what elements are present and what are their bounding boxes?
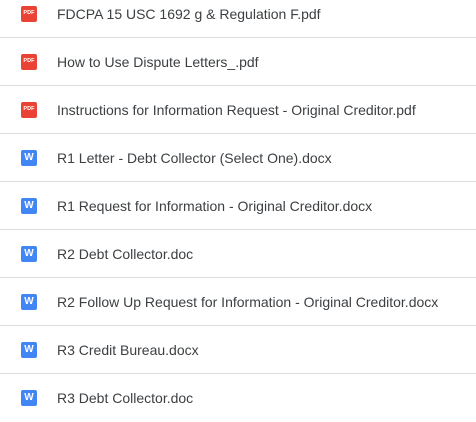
word-icon-label: W xyxy=(24,343,34,355)
word-icon-label: W xyxy=(24,151,34,163)
file-name[interactable]: R1 Letter - Debt Collector (Select One).… xyxy=(57,150,332,166)
file-name[interactable]: R1 Request for Information - Original Cr… xyxy=(57,198,372,214)
file-row[interactable]: W R2 Follow Up Request for Information -… xyxy=(0,278,476,326)
pdf-icon: PDF xyxy=(21,5,37,22)
word-icon: W xyxy=(21,245,37,262)
pdf-icon: PDF xyxy=(21,101,37,118)
file-list: PDF FDCPA 15 USC 1692 g & Regulation F.p… xyxy=(0,0,476,422)
file-row[interactable]: PDF FDCPA 15 USC 1692 g & Regulation F.p… xyxy=(0,0,476,38)
file-name[interactable]: How to Use Dispute Letters_.pdf xyxy=(57,54,259,70)
word-icon: W xyxy=(21,197,37,214)
file-name[interactable]: R2 Debt Collector.doc xyxy=(57,246,193,262)
file-row[interactable]: W R2 Debt Collector.doc xyxy=(0,230,476,278)
file-name[interactable]: R3 Debt Collector.doc xyxy=(57,390,193,406)
file-name[interactable]: FDCPA 15 USC 1692 g & Regulation F.pdf xyxy=(57,6,321,22)
file-row[interactable]: PDF How to Use Dispute Letters_.pdf xyxy=(0,38,476,86)
pdf-icon: PDF xyxy=(21,53,37,70)
file-row[interactable]: W R1 Request for Information - Original … xyxy=(0,182,476,230)
file-row[interactable]: W R3 Credit Bureau.docx xyxy=(0,326,476,374)
pdf-icon-label: PDF xyxy=(23,57,35,64)
file-row[interactable]: PDF Instructions for Information Request… xyxy=(0,86,476,134)
word-icon-label: W xyxy=(24,199,34,211)
word-icon: W xyxy=(21,390,37,406)
file-row[interactable]: W R1 Letter - Debt Collector (Select One… xyxy=(0,134,476,182)
word-icon: W xyxy=(21,293,37,310)
file-row[interactable]: W R3 Debt Collector.doc xyxy=(0,374,476,422)
file-name[interactable]: R3 Credit Bureau.docx xyxy=(57,342,199,358)
word-icon-label: W xyxy=(24,392,34,403)
word-icon: W xyxy=(21,341,37,358)
file-name[interactable]: R2 Follow Up Request for Information - O… xyxy=(57,294,438,310)
word-icon: W xyxy=(21,149,37,166)
pdf-icon-label: PDF xyxy=(23,9,35,16)
pdf-icon-label: PDF xyxy=(23,105,35,112)
word-icon-label: W xyxy=(24,295,34,307)
word-icon-label: W xyxy=(24,247,34,259)
file-name[interactable]: Instructions for Information Request - O… xyxy=(57,102,416,118)
